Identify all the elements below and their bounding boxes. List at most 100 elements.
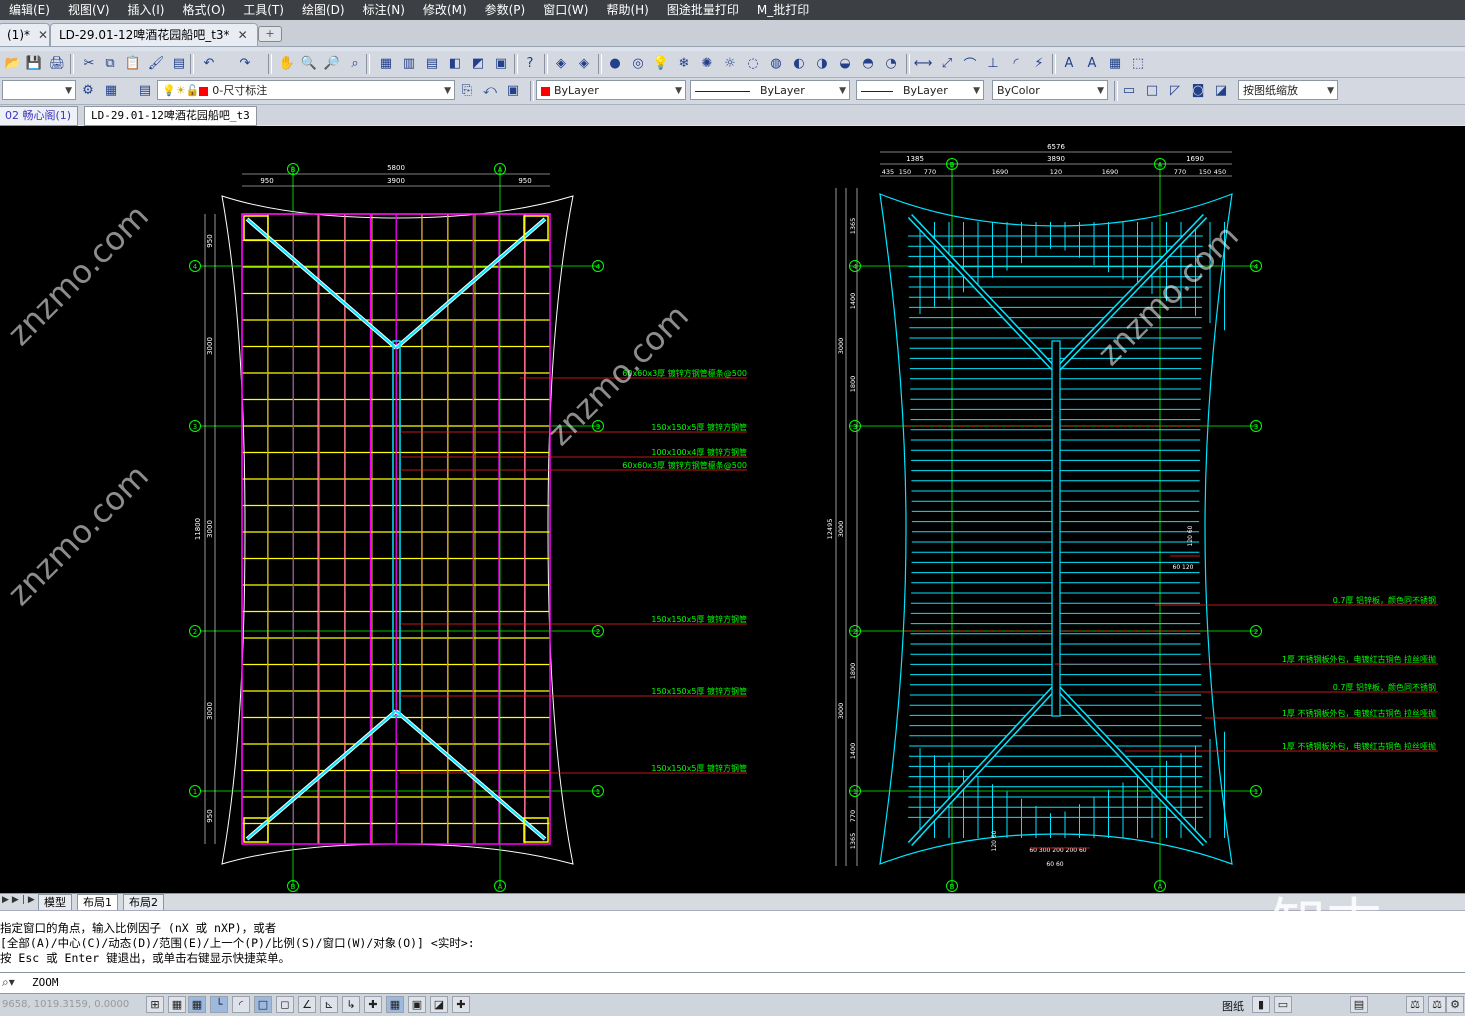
menu-item-10[interactable]: 帮助(H) [597, 0, 657, 20]
block-icon[interactable]: ▤ [170, 54, 188, 72]
tab-layout1[interactable]: 布局1 [77, 894, 118, 911]
menu-item-1[interactable]: 视图(V) [59, 0, 119, 20]
markup-icon[interactable]: ◩ [469, 54, 487, 72]
merge2-icon[interactable]: ◑ [813, 54, 831, 72]
qp-icon[interactable]: ▣ [408, 996, 426, 1013]
otrack-icon[interactable]: ∠ [298, 996, 316, 1013]
merge-icon[interactable]: ◍ [767, 54, 785, 72]
tab-model[interactable]: 模型 [38, 894, 72, 911]
properties-icon[interactable]: ▦ [377, 54, 395, 72]
snap-icon[interactable]: ▦ [168, 996, 186, 1013]
grid-icon[interactable]: ▦ [188, 996, 206, 1013]
tpy-icon[interactable]: ▦ [386, 996, 404, 1013]
annot-scale-icon[interactable]: ▤ [1350, 996, 1368, 1013]
paste-icon[interactable]: 📋 [124, 54, 142, 72]
lock-icon[interactable]: ☼ [721, 54, 739, 72]
color-combo[interactable]: ByLayer ▼ [536, 80, 686, 100]
lineweight-combo[interactable]: ByLayer ▼ [856, 80, 984, 100]
close-icon[interactable]: ✕ [238, 28, 248, 42]
on-icon[interactable]: 💡 [652, 54, 670, 72]
layer-state-icon[interactable]: ▣ [504, 81, 522, 99]
freeze-icon[interactable]: ❄ [675, 54, 693, 72]
calc-icon[interactable]: ▣ [492, 54, 510, 72]
am-icon[interactable]: ✚ [452, 996, 470, 1013]
zoom-window-icon[interactable]: 🔎 [323, 54, 341, 72]
walk-icon[interactable]: ◓ [859, 54, 877, 72]
menu-item-7[interactable]: 修改(M) [414, 0, 476, 20]
thaw-icon[interactable]: ✺ [698, 54, 716, 72]
lwt-icon[interactable]: ✚ [364, 996, 382, 1013]
menu-item-12[interactable]: M_批打印 [748, 0, 818, 20]
layer-walk-icon[interactable]: ◈ [575, 54, 593, 72]
layer-previous-icon[interactable]: ⤺ [481, 81, 499, 99]
file-tab-2[interactable]: LD-29.01-12啤酒花园船吧_t3 [84, 106, 257, 126]
workspace-combo[interactable]: ▼ [2, 80, 76, 100]
make-current-icon[interactable]: ⎘ [458, 81, 476, 99]
unlock-icon[interactable]: ◌ [744, 54, 762, 72]
command-search-icon[interactable]: ⌕▾ [2, 975, 15, 990]
single-viewport-icon[interactable]: □ [1143, 81, 1161, 99]
ducs-icon[interactable]: ⊾ [320, 996, 338, 1013]
menu-item-4[interactable]: 工具(T) [234, 0, 293, 20]
command-input-bar[interactable]: ⌕▾ ZOOM [0, 972, 1465, 994]
plotstyle-combo[interactable]: ByColor ▼ [992, 80, 1108, 100]
undo-icon[interactable]: ↶ [200, 54, 218, 72]
text-icon[interactable]: A [1060, 54, 1078, 72]
table-icon[interactable]: ▦ [1106, 54, 1124, 72]
tab-layout2[interactable]: 布局2 [123, 894, 164, 911]
clip-viewport-icon[interactable]: ◪ [1212, 81, 1230, 99]
viewport-icon[interactable]: ▭ [1120, 81, 1138, 99]
redo-icon[interactable]: ↷ [236, 54, 254, 72]
dim-jog-icon[interactable]: ⚡ [1030, 54, 1048, 72]
pan-icon[interactable]: ✋ [278, 54, 296, 72]
open-icon[interactable]: 📂 [4, 54, 22, 72]
menu-item-9[interactable]: 窗口(W) [534, 0, 597, 20]
layer-combo[interactable]: 💡☀🔓 0-尺寸标注 ▼ [157, 80, 455, 100]
sc-icon[interactable]: ◪ [430, 996, 448, 1013]
drawing-canvas[interactable]: 5800 950 3900 950 950 3000 11800 3000 3000 950 B A B… [0, 126, 1465, 893]
layer-icon[interactable]: ◈ [552, 54, 570, 72]
menu-item-8[interactable]: 参数(P) [476, 0, 535, 20]
dim-aligned-icon[interactable]: ⤢ [938, 54, 956, 72]
new-tab-button[interactable]: + [258, 26, 282, 42]
layer-manager-icon[interactable]: ▦ [102, 81, 120, 99]
mtext-icon[interactable]: A [1083, 54, 1101, 72]
dim-arc-icon[interactable]: ⌒ [961, 54, 979, 73]
paper-space-label[interactable]: 图纸 [1222, 998, 1244, 1014]
menu-item-2[interactable]: 插入(I) [119, 0, 174, 20]
zoom-realtime-icon[interactable]: 🔍 [300, 54, 318, 72]
unisolate-icon[interactable]: ◎ [629, 54, 647, 72]
menu-item-0[interactable]: 编辑(E) [0, 0, 59, 20]
viewport-scale-combo[interactable]: 按图纸缩放 ▼ [1238, 80, 1338, 100]
layout-icon[interactable]: ▮ [1252, 996, 1270, 1013]
cut-icon[interactable]: ✂ [80, 54, 98, 72]
3dosnap-icon[interactable]: ◻ [276, 996, 294, 1013]
layer-state-icon[interactable]: ◔ [882, 54, 900, 72]
doc-tab-2[interactable]: LD-29.01-12啤酒花园船吧_t3* ✕ [50, 23, 258, 46]
osnap-icon[interactable]: □ [254, 996, 272, 1013]
menu-item-3[interactable]: 格式(O) [173, 0, 234, 20]
menu-item-11[interactable]: 图途批量打印 [658, 0, 748, 20]
polygonal-viewport-icon[interactable]: ◸ [1166, 81, 1184, 99]
zoom-previous-icon[interactable]: ⌕ [346, 54, 364, 72]
dim-radius-icon[interactable]: ◜ [1007, 54, 1025, 72]
sheetset-icon[interactable]: ◧ [446, 54, 464, 72]
tool-palette-icon[interactable]: ▤ [423, 54, 441, 72]
autoscale-icon[interactable]: ⚖ [1428, 996, 1446, 1013]
workspace-icon[interactable]: ⚙ [1446, 996, 1464, 1013]
design-center-icon[interactable]: ▥ [400, 54, 418, 72]
file-tab-1[interactable]: 02 畅心阁(1) [0, 106, 79, 126]
help-icon[interactable]: ? [521, 54, 539, 72]
block-insert-icon[interactable]: ⬚ [1129, 54, 1147, 72]
gear-icon[interactable]: ⚙ [79, 81, 97, 99]
dim-ordinate-icon[interactable]: ⊥ [984, 54, 1002, 72]
linetype-combo[interactable]: ByLayer ▼ [690, 80, 850, 100]
isolate-icon[interactable]: ● [606, 54, 624, 72]
object-viewport-icon[interactable]: ◙ [1189, 81, 1207, 99]
save-icon[interactable]: 💾 [25, 54, 43, 72]
doc-tab-1[interactable]: (1)* ✕ [0, 23, 50, 46]
menu-item-6[interactable]: 标注(N) [354, 0, 414, 20]
close-icon[interactable]: ✕ [38, 28, 48, 42]
infer-icon[interactable]: ⊞ [146, 996, 164, 1013]
plot-icon[interactable]: 🖨 [48, 54, 66, 72]
